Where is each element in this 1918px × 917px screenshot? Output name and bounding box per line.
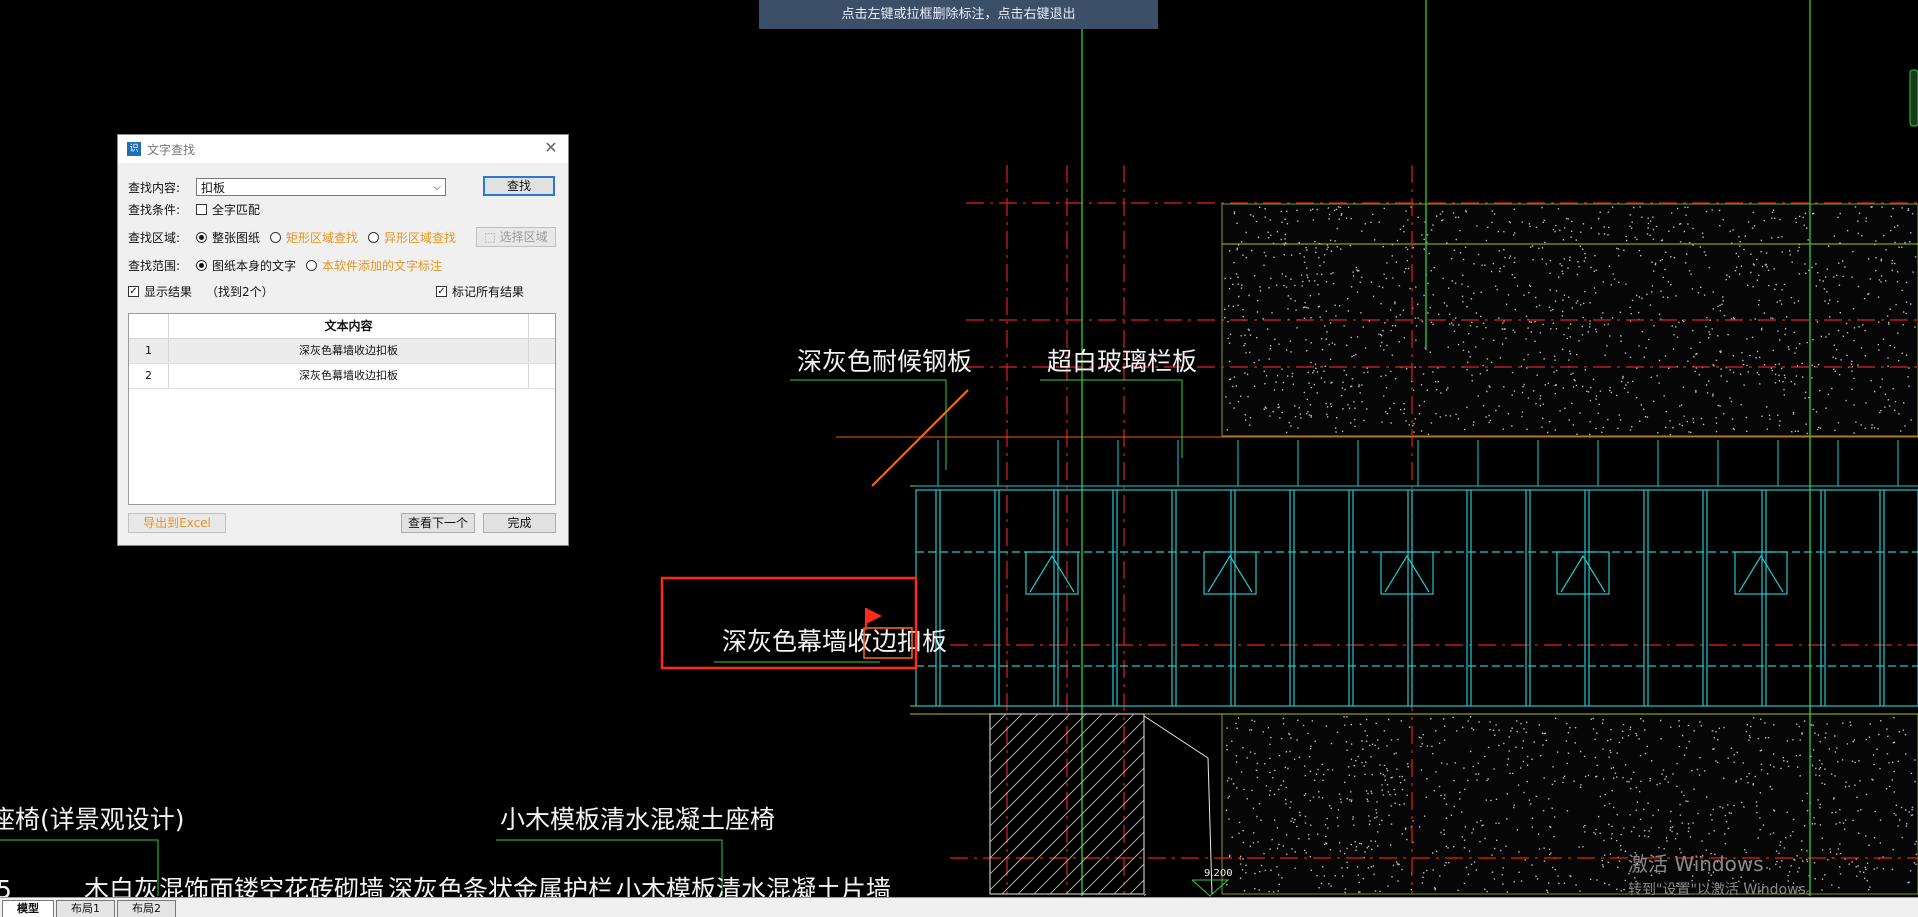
show-results-checkbox[interactable]: ✓ [128,285,139,297]
row-text: 深灰色幕墙收边扣板 [169,339,529,363]
scope-option-drawing-label: 图纸本身的文字 [212,258,297,273]
table-row[interactable]: 2 深灰色幕墙收边扣板 [129,364,555,389]
next-result-button[interactable]: 查看下一个 [401,513,475,533]
tab-model[interactable]: 模型 [2,900,54,917]
label-curtain-trim: 深灰色幕墙收边扣板 [722,627,947,656]
select-area-label: 选择区域 [499,230,548,244]
dialog-titlebar[interactable]: 识 文字查找 ✕ [118,135,568,163]
label-weathering-steel: 深灰色耐候钢板 [797,347,972,376]
app-logo-icon: 识 [127,142,141,156]
row-index: 1 [129,339,169,363]
area-radio-whole[interactable] [196,231,207,243]
find-button[interactable]: 查找 [483,176,555,196]
row-index: 2 [129,364,169,388]
condition-label: 查找条件: [128,202,181,217]
whole-word-label: 全字匹配 [212,202,261,217]
layout-tabs: 模型 布局1 布局2 [0,897,1918,917]
watermark-line1: 激活 Windows [1628,852,1764,876]
label-concrete-seat: 小木模板清水混凝土座椅 [500,805,775,834]
row-text: 深灰色幕墙收边扣板 [169,364,529,388]
show-results-option[interactable]: ✓ 显示结果 [128,283,192,300]
mark-all-checkbox[interactable]: ✓ [436,285,447,297]
results-table-header: 文本内容 [129,314,555,339]
tab-layout1[interactable]: 布局1 [56,900,115,917]
results-table: 文本内容 1 深灰色幕墙收边扣板 2 深灰色幕墙收边扣板 [128,313,556,505]
mark-all-option[interactable]: ✓ 标记所有结果 [436,283,524,300]
windows-activation-watermark: 激活 Windows 转到"设置"以激活 Windows。 [1628,848,1820,899]
area-option-rect[interactable]: 矩形区域查找 [270,229,358,246]
scope-radio-drawing[interactable] [196,259,207,271]
area-row: 查找区域: 整张图纸 矩形区域查找 异形区域查找 [128,227,466,247]
index-column-header [129,314,169,338]
text-column-header: 文本内容 [169,314,529,338]
dialog-title: 文字查找 [147,142,196,157]
tab-layout2[interactable]: 布局2 [117,900,176,917]
area-option-irregular-label: 异形区域查找 [384,230,457,245]
hint-bar: 点击左键或拉框删除标注，点击右键退出 [759,0,1158,29]
find-content-label: 查找内容: [128,180,181,195]
scope-radio-annotation[interactable] [306,259,318,271]
scope-row: 查找范围: 图纸本身的文字 本软件添加的文字标注 [128,255,452,275]
area-option-whole-label: 整张图纸 [212,230,261,245]
area-radio-irregular[interactable] [368,231,380,243]
scope-label: 查找范围: [128,258,181,273]
condition-row: 查找条件: 全字匹配 [128,199,270,219]
mark-all-label: 标记所有结果 [452,284,525,299]
vertical-scrollbar[interactable] [1909,69,1918,127]
select-area-icon: ⬚ [484,230,500,244]
done-button[interactable]: 完成 [483,513,556,533]
found-count: （找到2个） [206,284,274,299]
table-row[interactable]: 1 深灰色幕墙收边扣板 [129,339,555,364]
area-label: 查找区域: [128,230,181,245]
area-radio-rect[interactable] [270,231,282,243]
find-content-combo[interactable]: 扣板 ⌵ [196,178,446,196]
area-option-irregular[interactable]: 异形区域查找 [368,229,456,246]
area-option-rect-label: 矩形区域查找 [286,230,359,245]
export-excel-button[interactable]: 导出到Excel [128,513,226,533]
find-content-value: 扣板 [201,180,226,195]
label-glass-panel: 超白玻璃栏板 [1047,347,1197,376]
scope-option-annotation-label: 本软件添加的文字标注 [322,258,443,273]
chevron-down-icon[interactable]: ⌵ [433,182,441,193]
scope-option-annotation[interactable]: 本软件添加的文字标注 [306,257,442,274]
show-results-label: 显示结果 [144,284,193,299]
select-area-button[interactable]: ⬚ 选择区域 [476,227,556,247]
elevation-mark: 9.200 [1204,868,1233,879]
whole-word-checkbox[interactable] [196,203,207,215]
scope-option-drawing[interactable]: 图纸本身的文字 [196,257,296,274]
text-search-dialog: 识 文字查找 ✕ 查找内容: 扣板 ⌵ 查找 查找条件: 全字匹配 查找区域: … [117,134,569,546]
whole-word-option[interactable]: 全字匹配 [196,201,260,218]
close-icon[interactable]: ✕ [542,139,560,157]
find-content-row: 查找内容: 扣板 ⌵ [128,177,446,197]
label-seat-landscape: 座椅(详景观设计) [0,805,185,834]
area-option-whole[interactable]: 整张图纸 [196,229,260,246]
mark-all-row: ✓ 标记所有结果 [436,281,534,301]
watermark-line2: 转到"设置"以激活 Windows。 [1628,882,1820,898]
show-results-row: ✓ 显示结果 （找到2个） [128,281,274,301]
